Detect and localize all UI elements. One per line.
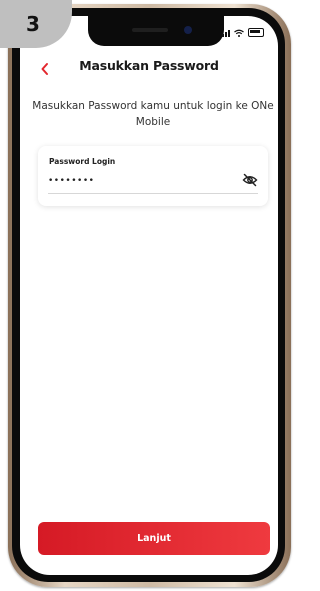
- page-title: Masukkan Password: [79, 58, 219, 73]
- wifi-icon: [234, 29, 244, 37]
- front-camera: [184, 26, 192, 34]
- password-underline: [48, 193, 258, 194]
- password-card: Password Login: [38, 146, 268, 206]
- speaker-grille: [132, 28, 168, 32]
- battery-icon: [248, 28, 264, 37]
- password-input[interactable]: [48, 173, 238, 189]
- stage: 3 Masukkan Password Masukkan Password ka…: [0, 0, 293, 591]
- instruction-text: Masukkan Password kamu untuk login ke ON…: [32, 100, 274, 128]
- app-header: Masukkan Password: [20, 56, 278, 82]
- password-label: Password Login: [49, 157, 116, 166]
- signal-icon: [222, 29, 230, 37]
- eye-off-icon[interactable]: [242, 172, 258, 188]
- next-button[interactable]: Lanjut: [38, 522, 270, 555]
- phone-notch: [88, 16, 224, 46]
- status-bar-icons: [222, 28, 264, 37]
